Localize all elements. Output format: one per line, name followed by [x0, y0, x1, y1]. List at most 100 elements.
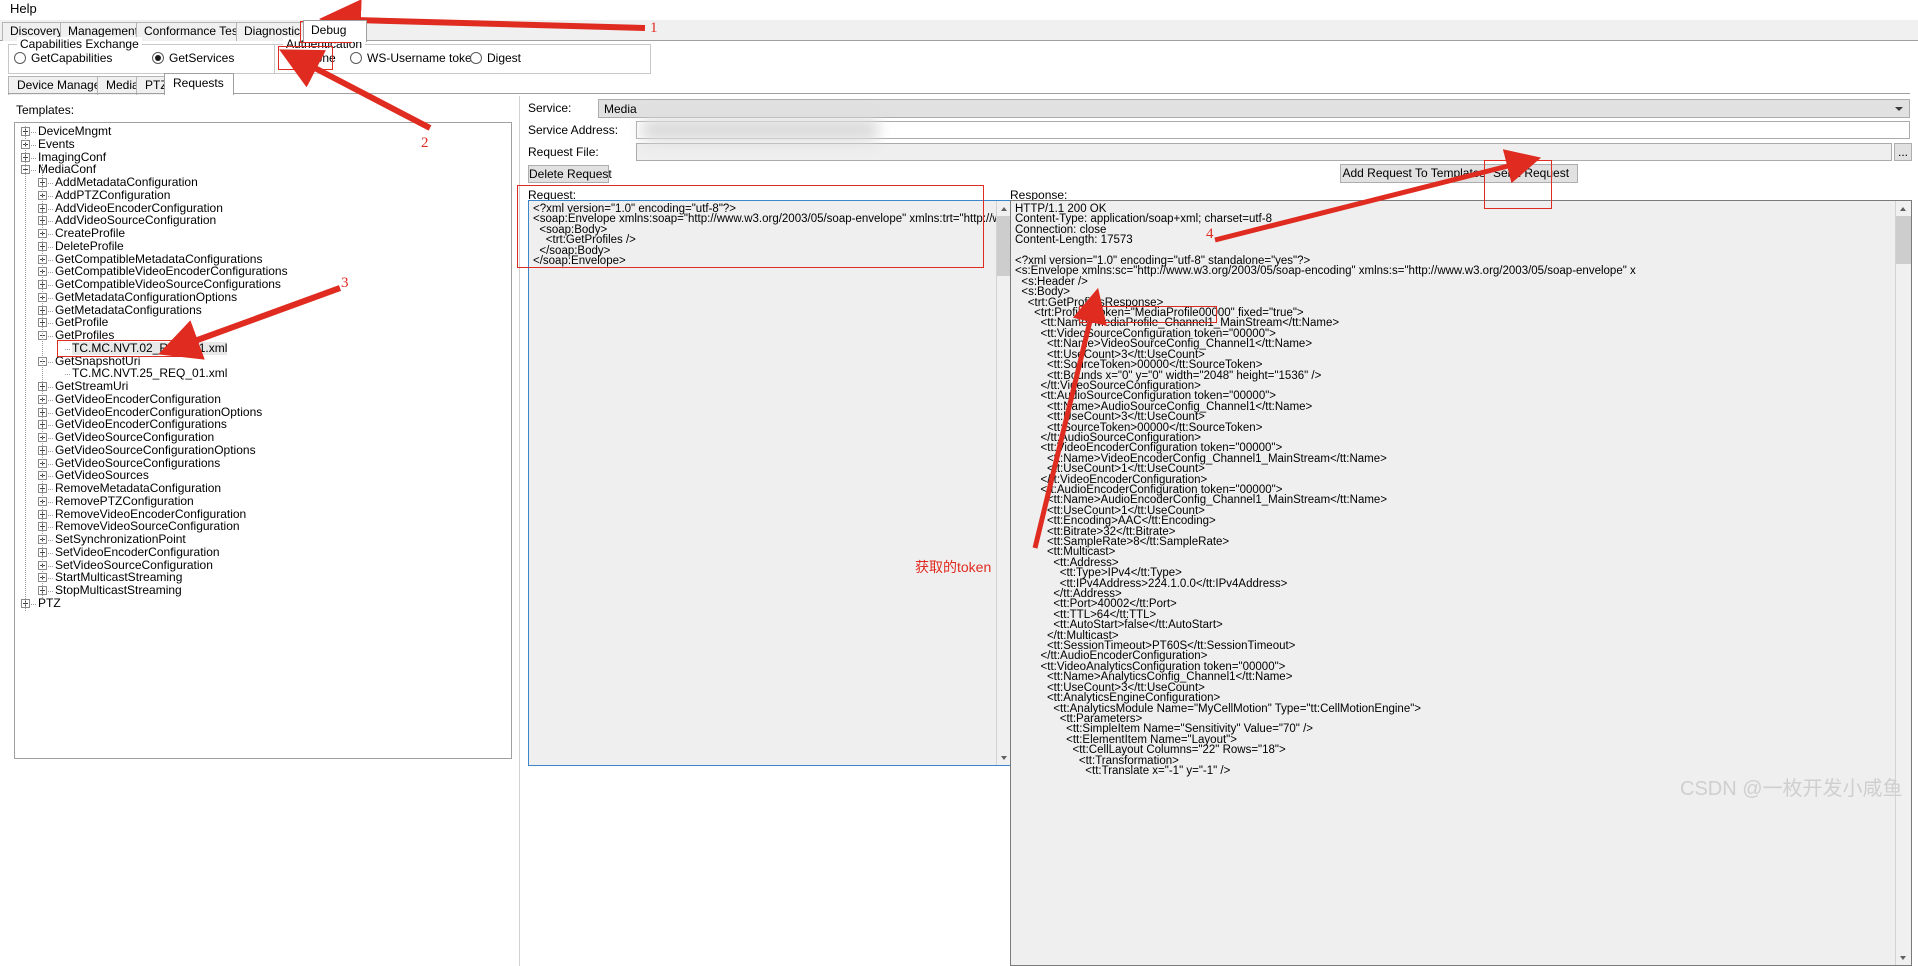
tree-connector — [48, 489, 53, 490]
tree-item-label: PTZ — [38, 595, 61, 610]
scroll-down-icon[interactable] — [1896, 950, 1911, 965]
tree-connector — [48, 195, 53, 197]
request-xml-text: <?xml version="1.0" encoding="utf-8"?> <… — [533, 203, 1012, 268]
tree-item-label: GetVideoSourceConfigurationOptions — [55, 442, 256, 457]
tree-connector — [48, 323, 53, 325]
service-combo-value: Media — [604, 102, 637, 116]
tree-item-label: SetVideoEncoderConfiguration — [55, 544, 220, 559]
tree-connector — [48, 412, 53, 414]
tree-connector — [48, 183, 53, 184]
chevron-down-icon — [1895, 107, 1903, 111]
capabilities-exchange-legend: Capabilities Exchange — [17, 37, 142, 51]
tree-connector — [48, 591, 53, 592]
tree-connector — [48, 565, 53, 567]
service-combo[interactable]: Media — [598, 99, 1910, 118]
tree-item[interactable]: StopMulticastStreaming — [15, 584, 511, 598]
tree-connector — [48, 578, 53, 580]
delete-request-button[interactable]: Delete Request — [528, 165, 612, 183]
tree-connector — [48, 208, 53, 210]
inner-tab-strip — [8, 76, 1910, 94]
templates-tree[interactable]: DeviceMngmt Events ImagingConf MediaConf Add… — [14, 122, 512, 759]
tree-item-label: TC.MC.NVT.02_REQ_01.xml — [72, 340, 228, 355]
response-textarea[interactable]: HTTP/1.1 200 OK Content-Type: applicatio… — [1010, 200, 1912, 966]
tree-connector — [31, 144, 36, 146]
tree-guide — [42, 164, 43, 598]
templates-label: Templates: — [16, 103, 75, 117]
response-scrollbar[interactable] — [1895, 201, 1911, 965]
radio-dot-icon — [14, 52, 26, 64]
add-request-to-templates-button[interactable]: Add Request To Templates — [1340, 164, 1488, 183]
tree-connector — [48, 387, 53, 388]
tree-item-label: CreateProfile — [55, 226, 126, 240]
tree-connector — [48, 399, 53, 401]
tree-connector — [48, 297, 53, 299]
tree-connector — [31, 603, 36, 605]
radio-auth-ws-username-token[interactable]: WS-Username token — [350, 51, 478, 65]
tree-connector — [48, 463, 53, 465]
tree-connector — [48, 514, 53, 516]
response-text: HTTP/1.1 200 OK Content-Type: applicatio… — [1015, 203, 1636, 777]
tree-connector — [31, 157, 36, 159]
scroll-up-icon[interactable] — [1896, 201, 1911, 216]
radio-dot-icon — [470, 52, 482, 64]
tree-connector — [48, 310, 53, 312]
tree-item-label: DeleteProfile — [55, 238, 124, 253]
tree-connector — [48, 259, 53, 261]
tree-item-label: GetProfiles — [55, 328, 115, 342]
scroll-thumb[interactable] — [1896, 216, 1911, 264]
tree-connector — [48, 425, 53, 427]
tree-item-label: RemovePTZConfiguration — [55, 493, 194, 508]
tree-item-label: GetMetadataConfigurationOptions — [55, 289, 238, 304]
tree-item-label: RemoveMetadataConfiguration — [55, 481, 222, 495]
annotation-token-note: 获取的token — [915, 559, 992, 575]
tree-connector — [31, 132, 36, 133]
tree-connector — [48, 552, 53, 554]
tree-connector — [48, 234, 53, 235]
browse-button[interactable]: ... — [1894, 143, 1912, 161]
tree-connector — [48, 527, 53, 529]
tree-item[interactable]: PTZ — [15, 595, 511, 611]
tree-item-label: GetVideoSourceConfiguration — [55, 430, 215, 444]
tree-item-label: AddPTZConfiguration — [55, 187, 171, 202]
service-address-label: Service Address: — [528, 123, 619, 137]
tree-connector — [48, 361, 53, 363]
tree-connector — [31, 170, 36, 172]
redacted-service-address — [640, 118, 880, 142]
inner-tab-underline — [8, 93, 1910, 94]
annotation-number-1: 1 — [650, 20, 658, 36]
radio-getcapabilities[interactable]: GetCapabilities — [14, 51, 112, 65]
tree-connector — [48, 272, 53, 274]
tab-requests[interactable]: Requests — [164, 73, 234, 95]
menu-bar: Help — [0, 0, 1918, 20]
tree-connector — [48, 336, 53, 337]
tree-item[interactable]: DeviceMngmt — [15, 124, 511, 139]
request-file-label: Request File: — [528, 145, 599, 159]
tree-connector — [48, 246, 53, 248]
annotation-number-2: 2 — [421, 135, 429, 151]
tree-guide — [25, 126, 26, 611]
tree-connector — [65, 374, 70, 376]
watermark: CSDN @一枚开发小咸鱼 — [1680, 778, 1903, 800]
request-textarea[interactable]: <?xml version="1.0" encoding="utf-8"?> <… — [528, 200, 1013, 766]
radio-dot-icon — [152, 52, 164, 64]
annotation-number-3: 3 — [341, 275, 349, 291]
tree-item-label: Events — [38, 136, 75, 151]
tree-connector — [48, 221, 53, 223]
panel-splitter[interactable] — [519, 96, 520, 966]
tree-connector — [48, 450, 53, 452]
radio-getservices[interactable]: GetServices — [152, 51, 234, 65]
tree-item-label: GetStreamUri — [55, 379, 129, 393]
radio-auth-digest[interactable]: Digest — [470, 51, 521, 65]
radio-auth-none[interactable]: None — [290, 51, 336, 65]
request-file-input[interactable] — [636, 143, 1892, 161]
tab-debug[interactable]: Debug — [303, 20, 367, 42]
tree-item-label: DeviceMngmt — [38, 124, 112, 138]
radio-dot-icon — [290, 52, 302, 64]
tree-connector — [65, 348, 70, 350]
tab-conformance-test[interactable]: Conformance Test — [136, 22, 250, 41]
tree-connector — [48, 438, 53, 439]
tree-connector — [48, 501, 53, 503]
send-request-button[interactable]: Send Request — [1484, 164, 1578, 183]
menu-item-help[interactable]: Help — [10, 1, 37, 16]
tree-item-label: AddMetadataConfiguration — [55, 175, 198, 189]
